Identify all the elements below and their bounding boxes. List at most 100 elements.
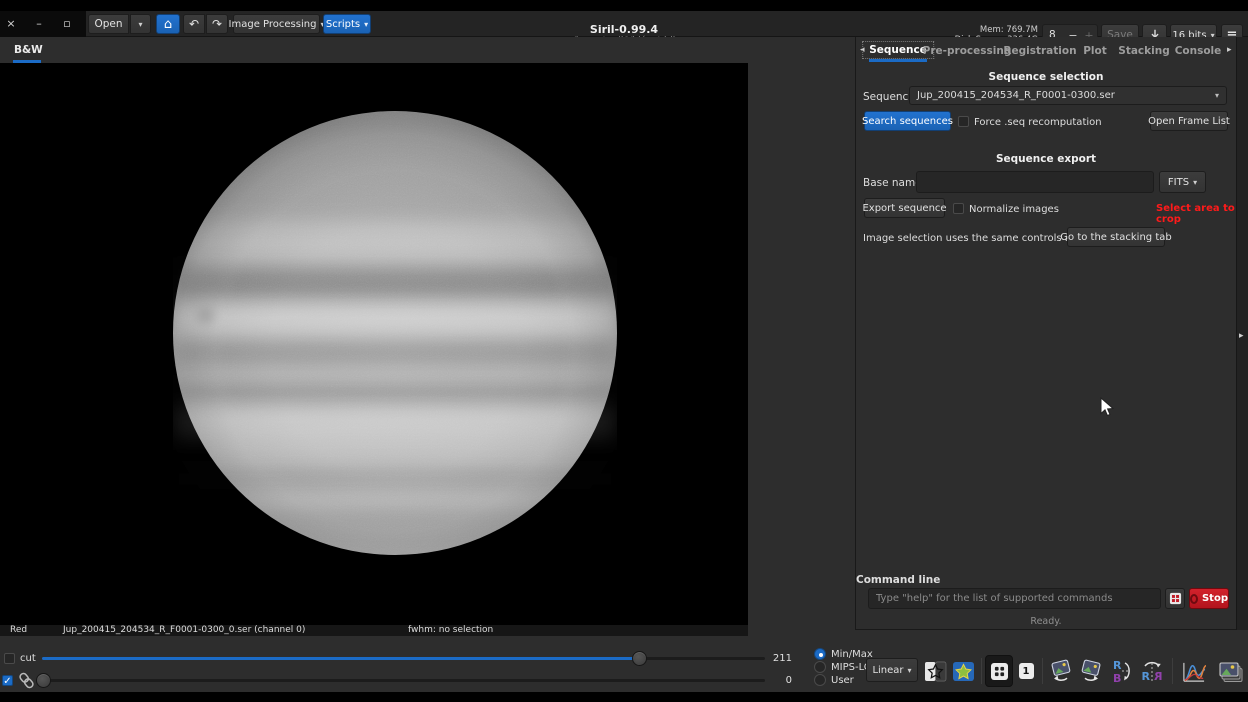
toolbar-separator bbox=[1042, 658, 1043, 684]
minmax-radio[interactable] bbox=[814, 648, 826, 660]
chevron-down-icon: ▾ bbox=[907, 665, 912, 675]
lo-value: 0 bbox=[785, 675, 792, 686]
user-label: User bbox=[831, 675, 854, 686]
image-canvas[interactable] bbox=[0, 63, 748, 625]
sequence-selection-heading: Sequence selection bbox=[988, 71, 1104, 83]
maximize-icon[interactable]: ▫ bbox=[56, 11, 78, 36]
rotate-left-button[interactable] bbox=[1047, 655, 1075, 687]
image-stack-icon bbox=[1219, 662, 1243, 682]
redo-icon: ↷ bbox=[211, 17, 223, 31]
undo-icon: ↶ bbox=[188, 17, 200, 31]
close-icon[interactable]: × bbox=[0, 11, 22, 36]
sequence-combobox[interactable]: Jup_200415_204534_R_F0001-0300.ser ▾ bbox=[909, 86, 1227, 105]
collapsed-side-panel: ▸ bbox=[1236, 37, 1248, 630]
image-statusbar: Red Jup_200415_204534_R_F0001-0300_0.ser… bbox=[0, 625, 748, 636]
force-seq-checkbox[interactable] bbox=[958, 116, 969, 127]
frame-list-button[interactable] bbox=[1215, 655, 1245, 687]
image-processing-menu[interactable]: Image Processing ▾ bbox=[229, 14, 324, 34]
lo-slider-handle[interactable] bbox=[36, 673, 51, 688]
lo-slider-track[interactable] bbox=[42, 679, 765, 682]
tab-pre-processing[interactable]: Pre-processing bbox=[923, 45, 1012, 57]
export-format-dropdown[interactable]: FITS ▾ bbox=[1159, 171, 1206, 193]
hi-slider-track[interactable] bbox=[42, 657, 765, 660]
tab-plot[interactable]: Plot bbox=[1083, 45, 1107, 57]
window-controls: × – ▫ bbox=[0, 11, 86, 37]
svg-text:R: R bbox=[1113, 659, 1122, 672]
color-star-icon bbox=[952, 661, 974, 681]
base-name-input[interactable] bbox=[916, 171, 1154, 193]
minimize-icon[interactable]: – bbox=[28, 11, 50, 36]
status-ready: Ready. bbox=[1030, 616, 1062, 627]
scale-mode-dropdown[interactable]: Linear ▾ bbox=[866, 658, 918, 682]
image-pane: B&W Red Jup_200415_204534_R_F0001-0300_0… bbox=[0, 37, 855, 646]
chevron-down-icon: ▾ bbox=[364, 19, 369, 29]
hi-slider-handle[interactable] bbox=[632, 651, 647, 666]
force-seq-label: Force .seq recomputation bbox=[974, 117, 1102, 128]
go-to-stacking-button[interactable]: Go to the stacking tab bbox=[1060, 227, 1172, 247]
scripts-menu[interactable]: Scripts ▾ bbox=[323, 14, 371, 34]
film-grain-noise bbox=[173, 111, 617, 555]
rotate-right-icon bbox=[1081, 659, 1101, 681]
channel-tab-bw[interactable]: B&W bbox=[14, 44, 43, 56]
user-radio[interactable] bbox=[814, 674, 826, 686]
normalize-images-label: Normalize images bbox=[969, 204, 1059, 215]
home-button[interactable]: ⌂ bbox=[156, 14, 180, 34]
chain-link-icon bbox=[19, 672, 34, 689]
mirror-vertical-icon: R B bbox=[1113, 659, 1130, 684]
siril-app-window: × – ▫ Open ▾ ⌂ ↶ ↷ Image Processing ▾ Sc… bbox=[0, 0, 1248, 702]
mirror-vertical-button[interactable]: R B bbox=[1108, 655, 1136, 687]
command-line-input[interactable] bbox=[868, 588, 1161, 609]
open-recent-dropdown[interactable]: ▾ bbox=[130, 14, 151, 34]
open-button[interactable]: Open bbox=[88, 14, 129, 34]
grid-view-button[interactable] bbox=[985, 655, 1013, 687]
tab-registration[interactable]: Registration bbox=[1003, 45, 1076, 57]
link-sliders-checkbox[interactable]: ✓ bbox=[2, 675, 13, 687]
titlebar: × – ▫ Open ▾ ⌂ ↶ ↷ Image Processing ▾ Sc… bbox=[0, 11, 1248, 46]
crop-hint-text: Select area to crop bbox=[1156, 203, 1235, 225]
single-frame-button[interactable]: 1 bbox=[1014, 655, 1038, 687]
open-frame-list-button[interactable]: Open Frame List bbox=[1148, 111, 1230, 131]
tab-scroll-right-icon[interactable]: ▸ bbox=[1227, 45, 1232, 55]
command-line-heading: Command line bbox=[856, 574, 941, 586]
mips-radio[interactable] bbox=[814, 661, 826, 673]
toolbar-separator bbox=[1172, 658, 1173, 684]
panel-expander-icon[interactable]: ▸ bbox=[1239, 331, 1244, 341]
chevron-down-icon: ▾ bbox=[138, 19, 143, 29]
control-panel: ◂ Sequence Pre-processing Registration P… bbox=[855, 37, 1236, 630]
tab-stacking[interactable]: Stacking bbox=[1118, 45, 1169, 57]
jupiter-image bbox=[173, 111, 617, 555]
histogram-button[interactable] bbox=[1178, 655, 1208, 687]
negative-view-icon bbox=[924, 661, 946, 681]
memory-usage: Mem: 769.7M bbox=[979, 25, 1038, 35]
histogram-icon bbox=[1182, 662, 1206, 682]
tab-console[interactable]: Console bbox=[1175, 45, 1222, 57]
mouse-cursor bbox=[1100, 397, 1115, 417]
command-list-button[interactable] bbox=[1165, 588, 1185, 609]
search-sequences-button[interactable]: Search sequences bbox=[862, 111, 953, 131]
rotate-left-icon bbox=[1051, 659, 1071, 681]
undo-button[interactable]: ↶ bbox=[183, 14, 205, 34]
cut-label: cut bbox=[20, 653, 36, 664]
mirror-horizontal-button[interactable]: R R bbox=[1138, 655, 1166, 687]
command-list-icon bbox=[1169, 592, 1181, 605]
svg-text:B: B bbox=[1113, 672, 1121, 684]
redo-button[interactable]: ↷ bbox=[206, 14, 228, 34]
export-sequence-button[interactable]: Export sequence bbox=[862, 198, 947, 218]
chevron-down-icon: ▾ bbox=[1193, 177, 1198, 187]
color-rendering-button[interactable] bbox=[950, 655, 976, 687]
single-frame-icon: 1 bbox=[1018, 663, 1034, 679]
rotate-right-button[interactable] bbox=[1077, 655, 1105, 687]
cut-checkbox[interactable] bbox=[4, 653, 15, 664]
home-icon: ⌂ bbox=[163, 16, 173, 32]
normalize-images-checkbox[interactable] bbox=[953, 203, 964, 214]
stop-button[interactable]: Stop bbox=[1189, 588, 1229, 609]
grid-view-icon bbox=[990, 662, 1008, 680]
chevron-down-icon: ▾ bbox=[1214, 91, 1219, 100]
sequence-combobox-value: Jup_200415_204534_R_F0001-0300.ser bbox=[917, 90, 1115, 101]
fwhm-readout: fwhm: no selection bbox=[408, 625, 494, 635]
channel-name: Red bbox=[10, 625, 28, 635]
mirror-horizontal-icon: R R bbox=[1142, 661, 1163, 683]
stop-icon bbox=[1190, 593, 1198, 604]
hi-value: 211 bbox=[772, 653, 792, 664]
negative-view-button[interactable] bbox=[922, 655, 948, 687]
